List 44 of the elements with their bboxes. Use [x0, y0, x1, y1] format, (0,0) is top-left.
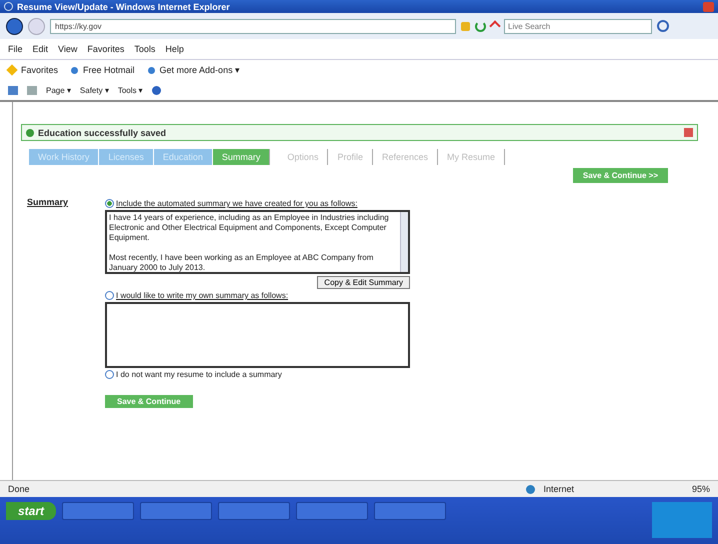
start-button[interactable]: start: [6, 502, 56, 520]
search-icon[interactable]: [657, 20, 669, 32]
radio-button[interactable]: [105, 199, 114, 208]
favorites-link[interactable]: Get more Add-ons ▾: [160, 65, 240, 75]
command-menu[interactable]: Safety ▾: [80, 86, 109, 94]
summary-textarea[interactable]: I have 14 years of experience, including as an Employee in Industries including Electronic and Other Electrical Equipment and Components, Except Computer Equipment. Most recently, I have been working as an Employee at ABC Company from January 2000 to July 2013.: [105, 210, 410, 274]
taskbar-button[interactable]: [140, 502, 212, 520]
taskbar-button[interactable]: [374, 502, 446, 520]
message-text: Education successfully saved: [38, 128, 168, 138]
taskbar-button[interactable]: [218, 502, 290, 520]
address-field[interactable]: https://ky.gov: [50, 18, 456, 34]
search-field[interactable]: Live Search: [504, 18, 652, 34]
globe-icon: [526, 484, 536, 494]
zone-label: Internet: [543, 484, 574, 494]
back-button[interactable]: [6, 18, 23, 34]
menu-item[interactable]: Favorites: [87, 44, 124, 54]
taskbar-button[interactable]: [296, 502, 368, 520]
command-menu[interactable]: Page ▾: [46, 86, 71, 94]
menu-item[interactable]: View: [58, 44, 78, 54]
favorites-link[interactable]: Free Hotmail: [83, 65, 135, 75]
menu-item[interactable]: Tools: [134, 44, 156, 54]
taskbar-button[interactable]: [62, 502, 134, 520]
option-label: I do not want my resume to include a summary: [116, 370, 282, 379]
command-menu[interactable]: Tools ▾: [118, 86, 143, 94]
system-tray: [652, 502, 712, 538]
browser-icon: [4, 2, 13, 11]
favorites-button[interactable]: Favorites: [21, 65, 58, 75]
window-title: Resume View/Update - Windows Internet Explorer: [17, 2, 231, 12]
radio-button[interactable]: [105, 291, 114, 300]
option-label: I would like to write my own summary as follows:: [116, 291, 288, 300]
radio-button[interactable]: [105, 370, 114, 379]
menu-item[interactable]: Edit: [32, 44, 48, 54]
scrollbar[interactable]: [400, 212, 408, 272]
summary-textarea[interactable]: [105, 302, 410, 368]
status-text: Done: [8, 484, 31, 494]
menu-item[interactable]: Help: [165, 44, 184, 54]
option-label: Include the automated summary we have created for you as follows:: [116, 199, 358, 208]
section-label: Summary: [26, 197, 70, 209]
menu-item[interactable]: File: [8, 44, 23, 54]
refresh-icon[interactable]: [475, 20, 486, 32]
zoom-level[interactable]: 95%: [692, 484, 710, 494]
window-close-button[interactable]: [703, 2, 714, 12]
copy-edit-button[interactable]: Copy & Edit Summary: [317, 276, 410, 289]
forward-button[interactable]: [28, 18, 45, 34]
